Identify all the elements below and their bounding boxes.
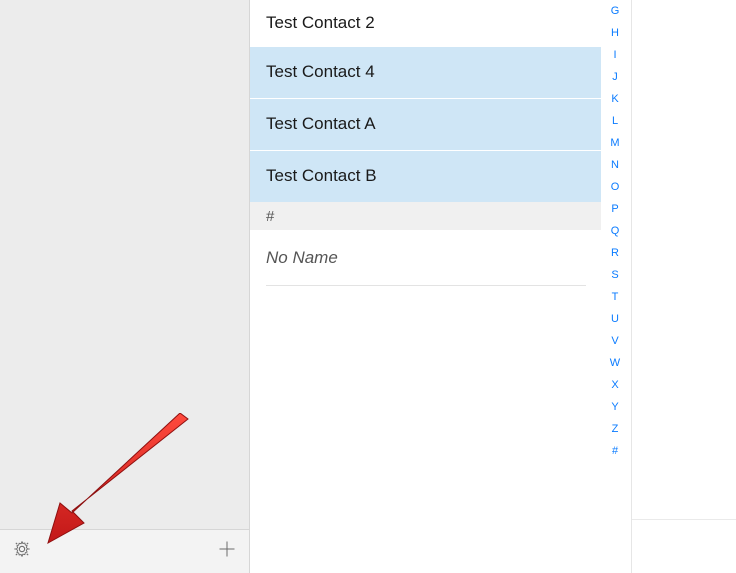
- contact-name: Test Contact A: [266, 114, 376, 134]
- index-letter[interactable]: W: [610, 358, 620, 369]
- row-separator: [266, 285, 586, 286]
- index-letter[interactable]: T: [612, 292, 619, 303]
- contact-name: Test Contact B: [266, 166, 377, 186]
- index-letter[interactable]: J: [612, 72, 618, 83]
- index-letter[interactable]: X: [611, 380, 618, 391]
- alpha-index-rail[interactable]: G H I J K L M N O P Q R S T U V W X Y Z: [605, 6, 625, 457]
- index-letter[interactable]: #: [612, 446, 618, 457]
- section-header-label: #: [266, 208, 274, 225]
- contact-row-noname[interactable]: No Name: [250, 230, 601, 286]
- contact-name: Test Contact 2: [266, 13, 375, 33]
- index-letter[interactable]: R: [611, 248, 619, 259]
- index-letter[interactable]: Y: [611, 402, 618, 413]
- groups-toolbar: [0, 529, 249, 573]
- contact-name-noname: No Name: [266, 248, 338, 268]
- index-letter[interactable]: M: [610, 138, 619, 149]
- index-letter[interactable]: H: [611, 28, 619, 39]
- contact-row[interactable]: Test Contact 2: [250, 0, 601, 46]
- plus-icon[interactable]: [217, 539, 237, 564]
- index-letter[interactable]: Z: [612, 424, 619, 435]
- index-letter[interactable]: Q: [611, 226, 620, 237]
- app-root: Test Contact 2 Test Contact 4 Test Conta…: [0, 0, 736, 573]
- contact-row[interactable]: Test Contact A: [250, 98, 601, 150]
- detail-pane: [632, 0, 736, 520]
- index-letter[interactable]: N: [611, 160, 619, 171]
- index-letter[interactable]: U: [611, 314, 619, 325]
- contact-row[interactable]: Test Contact 4: [250, 46, 601, 98]
- groups-body: [0, 0, 249, 529]
- gear-icon[interactable]: [12, 539, 32, 564]
- groups-pane: [0, 0, 250, 573]
- contacts-pane: Test Contact 2 Test Contact 4 Test Conta…: [250, 0, 632, 573]
- detail-body: [632, 0, 736, 520]
- contact-name: Test Contact 4: [266, 62, 375, 82]
- index-letter[interactable]: G: [611, 6, 620, 17]
- index-letter[interactable]: L: [612, 116, 618, 127]
- index-letter[interactable]: S: [611, 270, 618, 281]
- index-letter[interactable]: V: [611, 336, 618, 347]
- index-letter[interactable]: K: [611, 94, 618, 105]
- section-header-hash: #: [250, 202, 601, 230]
- contact-row[interactable]: Test Contact B: [250, 150, 601, 202]
- index-letter[interactable]: P: [611, 204, 618, 215]
- index-letter[interactable]: O: [611, 182, 620, 193]
- contacts-scroll[interactable]: Test Contact 2 Test Contact 4 Test Conta…: [250, 0, 631, 573]
- index-letter[interactable]: I: [613, 50, 616, 61]
